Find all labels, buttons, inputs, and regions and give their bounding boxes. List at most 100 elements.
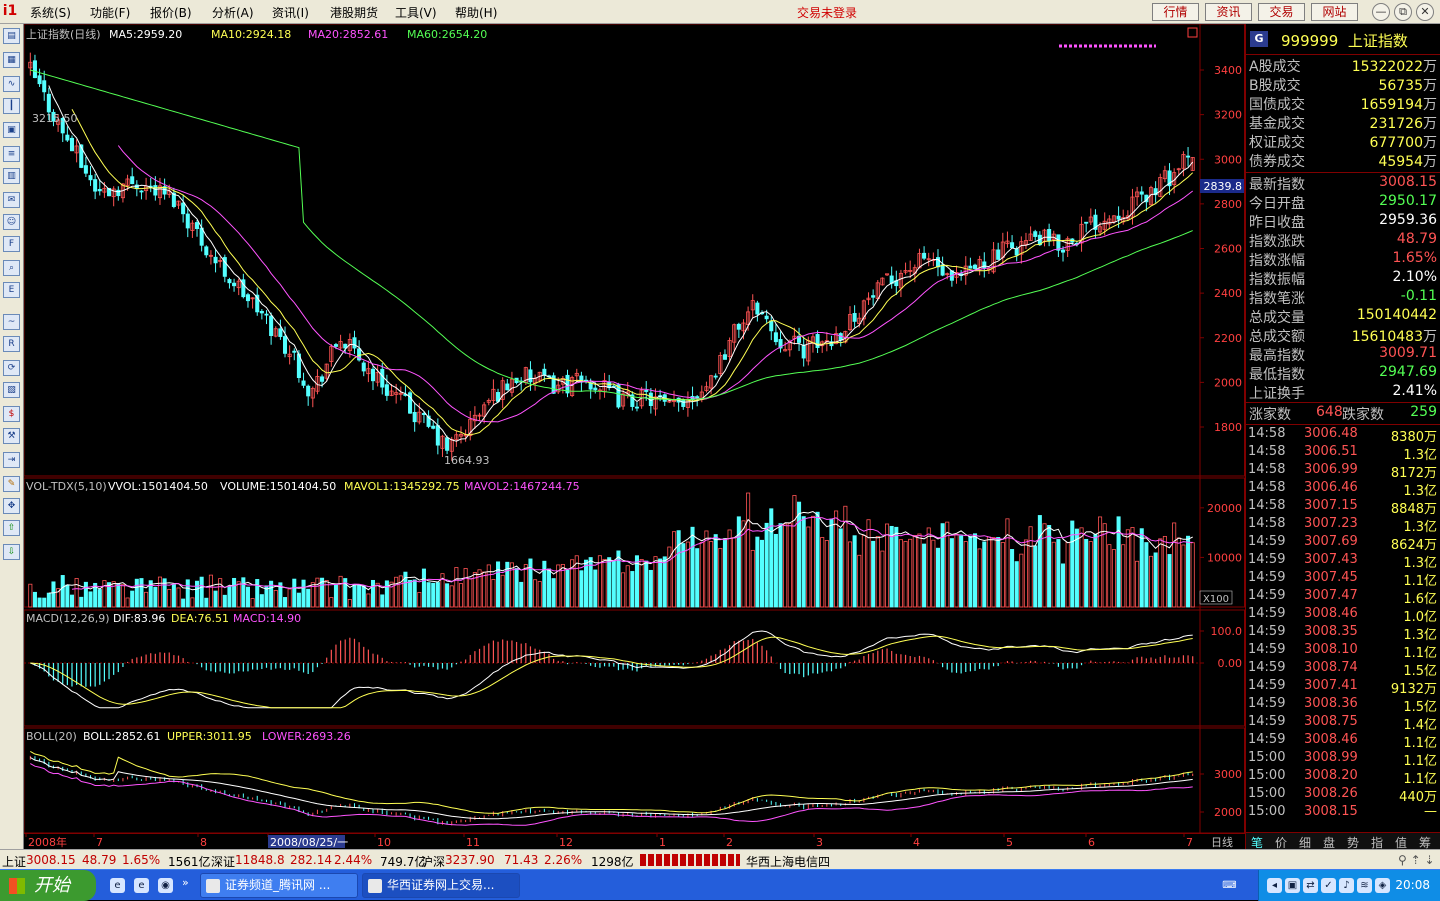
tray-app-icon[interactable]: ▣ <box>1285 878 1300 893</box>
tray-network-icon[interactable]: ⇄ <box>1303 878 1318 893</box>
volume-bar <box>797 501 802 608</box>
tick-row: 14:59 3007.47 1.6亿 <box>1246 588 1440 607</box>
arrow-down-icon[interactable]: ⇩ <box>3 544 20 560</box>
menu-quotes[interactable]: 报价(B) <box>150 4 192 21</box>
move-icon[interactable]: ✥ <box>3 498 20 514</box>
dollar-icon[interactable]: $ <box>3 406 20 422</box>
news-button[interactable]: 资讯 <box>1205 3 1252 21</box>
candle-body <box>922 252 927 259</box>
f10-icon[interactable]: F <box>3 236 20 252</box>
volume-bar <box>139 578 144 608</box>
volume-bar <box>315 577 320 608</box>
users-icon[interactable]: ☺ <box>3 214 20 230</box>
menu-system[interactable]: 系统(S) <box>30 4 71 21</box>
boll-upper-label: UPPER:3011.95 <box>167 730 252 743</box>
window-icon[interactable]: ▣ <box>3 122 20 138</box>
volume-bar <box>533 579 538 608</box>
candlestick-icon[interactable]: ┃ <box>3 98 20 114</box>
trade-button[interactable]: 交易 <box>1258 3 1305 21</box>
taskbar: 开始 e e ◉ » 证券频道_腾讯网 ... 华西证券网上交易... ⌨ ◂ … <box>0 869 1440 901</box>
tick-price: 3008.15 <box>1304 804 1358 819</box>
quicklaunch-more-icon[interactable]: » <box>182 876 189 889</box>
tick-time: 14:59 <box>1248 534 1286 549</box>
quotes-button[interactable]: 行情 <box>1152 3 1199 21</box>
tick-price: 3006.48 <box>1304 426 1358 441</box>
stat-row: 今日开盘 2950.17 <box>1246 193 1440 212</box>
pencil-icon[interactable]: ✎ <box>3 476 20 492</box>
tray-wifi-icon[interactable]: ≋ <box>1357 878 1372 893</box>
browser-quicklaunch-icon[interactable]: e <box>134 878 149 893</box>
volume-bar <box>1162 535 1167 608</box>
tick-price: 3008.46 <box>1304 606 1358 621</box>
table-icon[interactable]: ▦ <box>3 52 20 68</box>
volume-bar <box>1107 544 1112 608</box>
keyboard-icon[interactable]: ⌨ <box>1222 878 1237 893</box>
candle-body <box>232 282 237 287</box>
vol-tick-label: 10000 <box>1207 551 1242 564</box>
chart-canvas[interactable]: 3400 3200 3000 2800 2600 2400 2200 2000 1800 上证指数… <box>24 24 1245 849</box>
index-info-panel: G 999999 上证指数 A股成交 15322022万 B股成交 56735万 国债成… <box>1245 24 1440 850</box>
wrench-icon[interactable]: ⚒ <box>3 428 20 444</box>
tray-security-icon[interactable]: ✓ <box>1321 878 1336 893</box>
task-browser[interactable]: 证券频道_腾讯网 ... <box>200 873 358 898</box>
menu-analysis[interactable]: 分析(A) <box>212 4 254 21</box>
etf-icon[interactable]: E <box>3 282 20 298</box>
tick-price: 3008.46 <box>1304 732 1358 747</box>
volume-row: 基金成交 231726万 <box>1246 113 1440 132</box>
candle-body <box>245 294 250 302</box>
tray-arrow-icon[interactable]: ◂ <box>1267 878 1282 893</box>
start-button[interactable]: 开始 <box>0 870 96 901</box>
data-icon[interactable]: ▧ <box>3 382 20 398</box>
candle-body <box>361 362 366 372</box>
chart-area[interactable]: 3400 3200 3000 2800 2600 2400 2200 2000 1800 上证指数… <box>24 24 1245 849</box>
volume-row-label: B股成交 <box>1249 78 1301 94</box>
arrow-up-icon[interactable]: ⇧ <box>3 520 20 536</box>
mail-icon[interactable]: ✉ <box>3 192 20 208</box>
stat-row-value: 3009.71 <box>1379 345 1437 361</box>
close-button[interactable]: ✕ <box>1416 3 1434 21</box>
wave-icon[interactable]: ~ <box>3 314 20 330</box>
volume-bar <box>709 541 714 608</box>
volume-bar <box>1037 515 1042 608</box>
ie-quicklaunch-icon[interactable]: e <box>110 878 125 893</box>
volume-bar <box>134 578 139 608</box>
menu-function[interactable]: 功能(F) <box>90 4 130 21</box>
sz-price: 11848.8 <box>235 853 285 867</box>
volume-bar <box>1023 539 1028 608</box>
menu-hk-futures[interactable]: 港股期货 <box>330 4 378 21</box>
volume-bar <box>523 564 528 608</box>
media-quicklaunch-icon[interactable]: ◉ <box>158 878 173 893</box>
volume-bar <box>704 530 709 608</box>
rsi-icon[interactable]: R <box>3 336 20 352</box>
website-button[interactable]: 网站 <box>1311 3 1358 21</box>
magnifier-icon[interactable]: ⌕ <box>3 260 20 276</box>
tick-time: 14:58 <box>1248 516 1286 531</box>
stat-row-value: -0.11 <box>1400 288 1437 304</box>
list-icon[interactable]: ≡ <box>3 146 20 162</box>
refresh-icon[interactable]: ⟳ <box>3 360 20 376</box>
menu-tools[interactable]: 工具(V) <box>395 4 437 21</box>
g-icon[interactable]: G <box>1250 31 1268 47</box>
candle-body <box>333 344 338 347</box>
restore-button[interactable]: ⧉ <box>1394 3 1412 21</box>
line-chart-icon[interactable]: ∿ <box>3 76 20 92</box>
volume-bar <box>181 598 186 608</box>
panel-tabs: 笔 价 细 盘 势 指 值 筹 <box>1246 832 1440 850</box>
menu-help[interactable]: 帮助(H) <box>455 4 497 21</box>
macd-title: MACD(12,26,9) <box>26 612 110 625</box>
minimize-button[interactable]: — <box>1372 3 1390 21</box>
quote-list-icon[interactable]: ▤ <box>3 28 20 44</box>
vol-tick-label: 20000 <box>1207 502 1242 515</box>
tray-shield-icon[interactable]: ◈ <box>1375 878 1390 893</box>
volume-row: A股成交 15322022万 <box>1246 56 1440 75</box>
report-icon[interactable]: ▥ <box>3 168 20 184</box>
stat-row: 指数涨幅 1.65% <box>1246 250 1440 269</box>
task-trading[interactable]: 华西证券网上交易... <box>362 873 520 898</box>
volume-bar <box>959 535 964 608</box>
candle-body <box>370 368 376 382</box>
tray-volume-icon[interactable]: ♪ <box>1339 878 1354 893</box>
pane-maximize-icon[interactable] <box>1187 27 1198 38</box>
export-icon[interactable]: ⇥ <box>3 452 20 468</box>
status-tool-icons[interactable]: ⚲ ⇡ ⇣ <box>1398 853 1435 867</box>
menu-news[interactable]: 资讯(I) <box>272 4 309 21</box>
